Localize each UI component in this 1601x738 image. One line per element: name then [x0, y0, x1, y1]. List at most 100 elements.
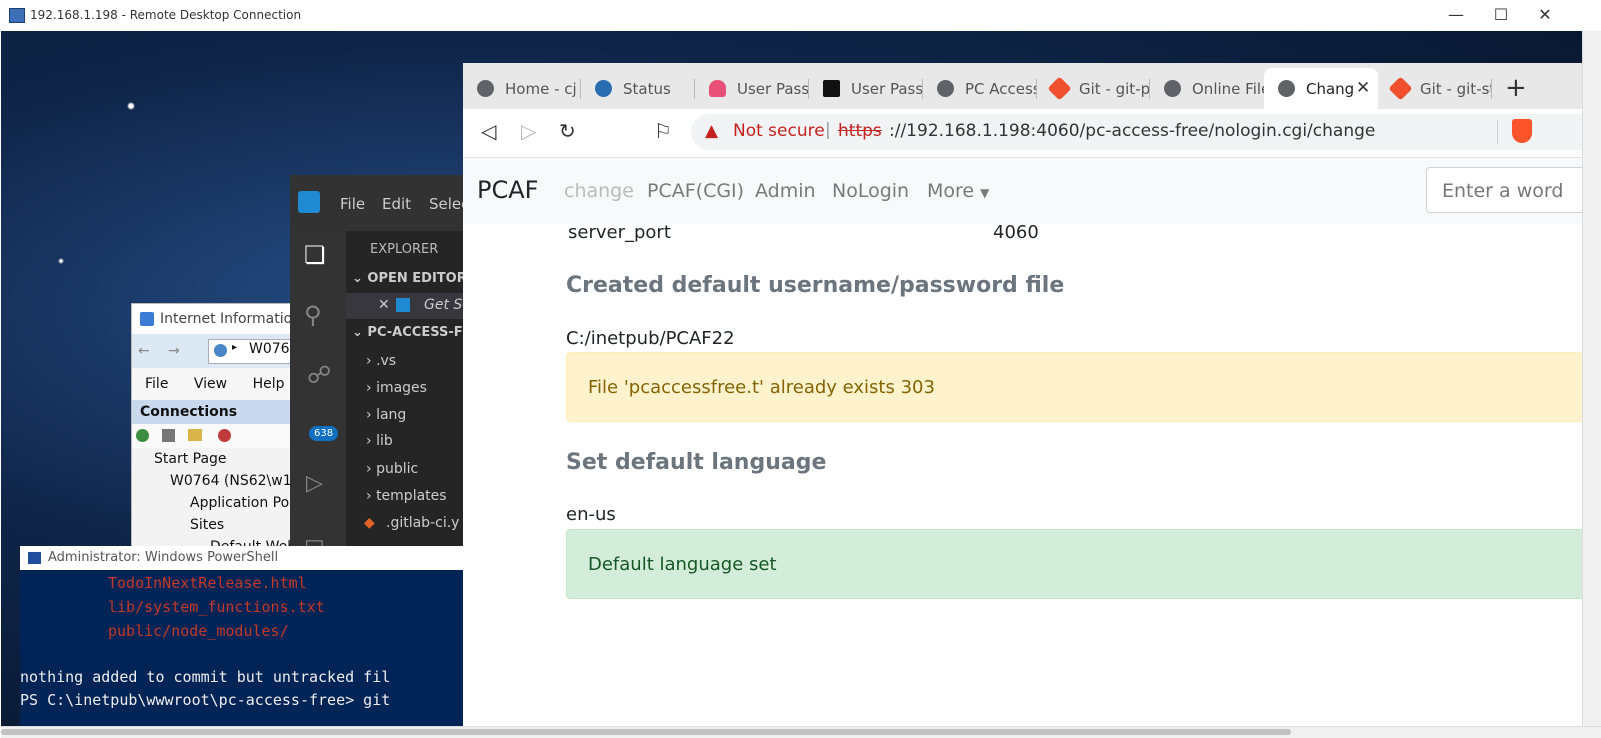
close-editor-icon[interactable]: ✕: [378, 297, 390, 313]
close-tab-icon[interactable]: ✕: [1356, 78, 1370, 98]
globe-icon: [937, 80, 954, 97]
heading-set-language: Set default language: [566, 450, 827, 475]
status-icon: [595, 80, 612, 97]
rdp-horizontal-scrollbar[interactable]: [1, 726, 1601, 738]
close-button[interactable]: ✕: [1522, 0, 1568, 30]
folder-public[interactable]: › public: [366, 461, 418, 477]
save-icon[interactable]: [162, 429, 175, 442]
search-icon[interactable]: ⚲: [304, 301, 322, 329]
tab-user-pass-1[interactable]: User Pass f: [695, 68, 809, 109]
ps-line: public/node_modules/: [108, 622, 289, 640]
brave-shield-icon[interactable]: [1512, 119, 1532, 143]
open-editors-section[interactable]: ⌄ OPEN EDITORS: [352, 271, 463, 286]
iis-title: Internet Information: [160, 311, 293, 327]
search-input[interactable]: Enter a word: [1426, 167, 1582, 213]
tab-change-active[interactable]: Chang ✕: [1264, 68, 1378, 109]
brand-link[interactable]: PCAF: [477, 176, 538, 204]
connect-icon[interactable]: [136, 429, 149, 442]
browser-window[interactable]: Home - cj Status User Pass f User Pass f…: [463, 63, 1582, 726]
ps-line: TodoInNextRelease.html: [108, 574, 307, 592]
breadcrumb-arrow-icon: ▸: [232, 342, 238, 353]
cloud-icon: [709, 80, 726, 97]
url-text[interactable]: ://192.168.1.198:4060/pc-access-free/nol…: [889, 121, 1375, 141]
iis-menu-file[interactable]: File: [145, 376, 168, 392]
nav-pcaf-cgi[interactable]: PCAF(CGI): [647, 180, 744, 202]
open-editor-filename[interactable]: Get S: [424, 297, 462, 313]
vscode-menu-edit[interactable]: Edit: [382, 195, 411, 213]
file-path-text: C:/inetpub/PCAF22: [566, 328, 735, 349]
nav-more[interactable]: More ▼: [927, 180, 989, 202]
nav-more-label: More: [927, 180, 975, 202]
scrollbar-thumb[interactable]: [1, 729, 1291, 735]
tree-item-start-page[interactable]: Start Page: [132, 448, 292, 470]
language-text: en-us: [566, 504, 616, 525]
iis-menu-bar: File View Help: [132, 368, 292, 400]
url-scheme[interactable]: https: [838, 121, 882, 141]
back-arrow-icon[interactable]: ←: [138, 343, 150, 359]
folder-lib[interactable]: › lib: [366, 433, 393, 449]
vscode-menu-file[interactable]: File: [340, 195, 365, 213]
forward-icon[interactable]: ▷: [521, 119, 536, 143]
powershell-window[interactable]: Administrator: Windows PowerShell TodoIn…: [20, 546, 463, 726]
forward-arrow-icon[interactable]: →: [168, 343, 180, 359]
server-port-value: 4060: [993, 222, 1039, 243]
up-icon: [823, 80, 840, 97]
nav-admin[interactable]: Admin: [755, 180, 816, 202]
iis-address-bar[interactable]: ← → ▸ W076: [132, 334, 292, 368]
tab-pc-access[interactable]: PC Access: [923, 68, 1037, 109]
ps-prompt[interactable]: PS C:\inetpub\wwwroot\pc-access-free> gi…: [20, 691, 390, 709]
tab-online-file[interactable]: Online File: [1150, 68, 1264, 109]
vscode-explorer-panel: EXPLORER ⌄ OPEN EDITORS ✕ Get S ⌄ PC-ACC…: [346, 231, 463, 555]
folder-icon[interactable]: [188, 429, 202, 441]
nav-change[interactable]: change: [564, 180, 634, 202]
tab-git-2[interactable]: Git - git-st: [1378, 68, 1492, 109]
ps-line: lib/system_functions.txt: [108, 598, 325, 616]
run-debug-icon[interactable]: ▷: [306, 471, 323, 496]
tree-item-sites[interactable]: Sites: [132, 514, 292, 536]
tab-status[interactable]: Status: [581, 68, 695, 109]
explorer-title: EXPLORER: [370, 242, 439, 257]
new-tab-button[interactable]: +: [1505, 73, 1527, 103]
not-secure-label[interactable]: Not secure: [733, 121, 825, 141]
tab-label: User Pass f: [851, 80, 923, 98]
folder-templates[interactable]: › templates: [366, 488, 447, 504]
nav-nologin[interactable]: NoLogin: [832, 180, 909, 202]
tab-strip: Home - cj Status User Pass f User Pass f…: [463, 63, 1582, 109]
vscode-window[interactable]: File Edit Selec ❏ ⚲ ☍ 638 ▷ ▭ EXPLORER ⌄…: [290, 175, 463, 555]
tab-label: Chang: [1306, 80, 1355, 98]
rdp-vertical-scrollbar[interactable]: [1582, 31, 1601, 726]
tab-label: User Pass f: [737, 80, 809, 98]
source-control-badge: 638: [309, 426, 339, 441]
tree-item-app-pools[interactable]: Application Po: [132, 492, 292, 514]
iis-manager-window[interactable]: Internet Information ← → ▸ W076 File Vie…: [131, 303, 293, 555]
back-icon[interactable]: ◁: [481, 119, 496, 143]
heading-created-file: Created default username/password file: [566, 273, 1065, 298]
folder-vs[interactable]: › .vs: [366, 353, 396, 369]
explorer-files-icon[interactable]: ❏: [304, 241, 326, 269]
iis-menu-help[interactable]: Help: [253, 376, 285, 392]
tab-user-pass-2[interactable]: User Pass f: [809, 68, 923, 109]
vscode-menu-selection[interactable]: Selec: [429, 195, 463, 213]
reload-icon[interactable]: ↻: [559, 119, 576, 143]
warning-icon[interactable]: ▲: [705, 121, 718, 141]
powershell-title-bar: Administrator: Windows PowerShell: [20, 546, 463, 570]
bookmark-icon[interactable]: ⚐: [654, 119, 672, 143]
address-bar[interactable]: ▲ Not secure | https ://192.168.1.198:40…: [691, 114, 1582, 150]
globe-icon: [214, 344, 227, 357]
tree-item-server[interactable]: W0764 (NS62\w1: [132, 470, 292, 492]
folder-lang[interactable]: › lang: [366, 407, 406, 423]
minimize-button[interactable]: —: [1433, 0, 1479, 30]
iis-title-bar: Internet Information: [132, 304, 292, 334]
folder-images[interactable]: › images: [366, 380, 427, 396]
tab-git-1[interactable]: Git - git-p: [1037, 68, 1150, 109]
tab-home[interactable]: Home - cj: [463, 68, 581, 109]
project-section[interactable]: ⌄ PC-ACCESS-FR: [352, 325, 463, 340]
iis-address[interactable]: W076: [249, 341, 290, 357]
disconnect-icon[interactable]: [218, 429, 231, 442]
remote-desktop-icon: [9, 8, 25, 23]
source-control-icon[interactable]: ☍: [307, 361, 331, 389]
maximize-button[interactable]: ☐: [1478, 0, 1524, 30]
folder-label: templates: [376, 488, 447, 504]
file-gitlab-ci[interactable]: .gitlab-ci.y: [386, 515, 459, 531]
iis-menu-view[interactable]: View: [194, 376, 227, 392]
